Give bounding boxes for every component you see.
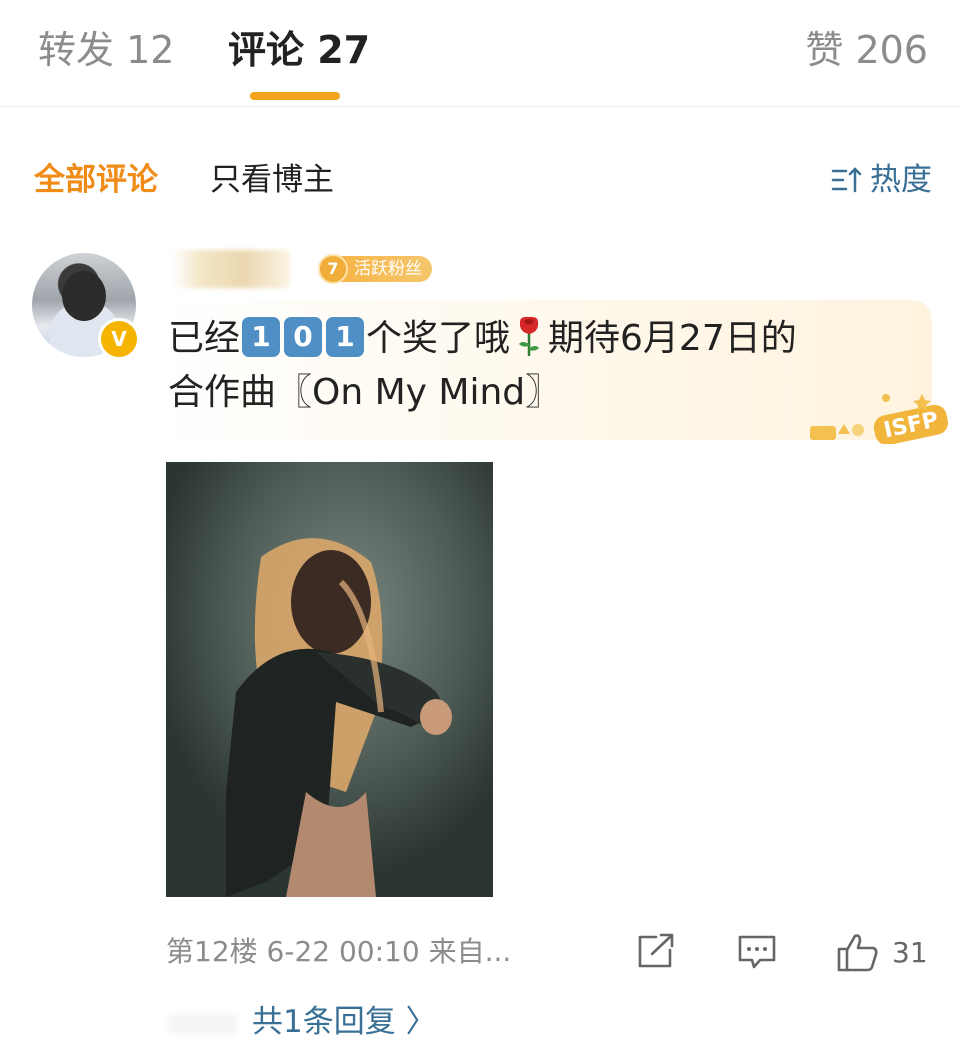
comment-meta: 第12楼 6-22 00:10 来自... xyxy=(166,935,512,968)
sort-icon xyxy=(831,167,862,193)
digit-key: 0 xyxy=(284,317,323,357)
share-button[interactable] xyxy=(634,930,676,974)
fan-badge[interactable]: 7 活跃粉丝 xyxy=(318,254,432,284)
avatar-head xyxy=(62,271,106,321)
sort-by-hot-button[interactable]: 热度 xyxy=(830,160,932,200)
tab-comments[interactable]: 评论 27 xyxy=(228,28,370,72)
filter-author-only[interactable]: 只看博主 xyxy=(210,160,334,200)
tab-bar: 转发 12 评论 27 赞 206 xyxy=(0,0,960,107)
tab-likes[interactable]: 赞 206 xyxy=(805,28,928,72)
thumbs-up-icon xyxy=(837,934,878,972)
comment-text-line2: 合作曲〖On My Mind〗 xyxy=(168,372,562,413)
isfp-badge: ISFP xyxy=(810,394,949,444)
like-count: 31 xyxy=(892,935,928,969)
fan-level: 7 xyxy=(318,254,348,284)
comment-photo[interactable] xyxy=(166,462,493,897)
verified-badge-icon: V xyxy=(98,318,140,360)
filter-all-comments[interactable]: 全部评论 xyxy=(34,160,158,200)
digit-key: 1 xyxy=(242,317,281,357)
comment-text-middle: 个奖了哦 xyxy=(366,318,511,359)
comment-icon xyxy=(738,935,776,969)
sort-label: 热度 xyxy=(870,162,932,198)
view-replies-link[interactable]: 共1条回复 〉 xyxy=(252,1002,437,1042)
rose-icon xyxy=(519,316,540,356)
comment-text-end: 期待6月27日的 xyxy=(548,318,797,359)
like-button[interactable]: 31 xyxy=(836,930,928,974)
reply-preview-redacted xyxy=(168,1014,238,1034)
active-tab-indicator xyxy=(250,92,340,100)
digit-key: 1 xyxy=(326,317,365,357)
fan-label: 活跃粉丝 xyxy=(340,256,432,282)
tab-repost[interactable]: 转发 12 xyxy=(38,28,174,72)
comment-text-start: 已经 xyxy=(168,318,241,359)
photo-illustration xyxy=(166,462,493,897)
username-redacted[interactable] xyxy=(172,250,290,288)
share-icon xyxy=(638,933,674,968)
isfp-badge-text: ISFP xyxy=(882,408,941,444)
comment-text: 已经 1 0 1 个奖了哦 期待6月27日的 合作曲〖On My Mind〗 xyxy=(168,312,908,420)
reply-button[interactable] xyxy=(736,930,778,974)
